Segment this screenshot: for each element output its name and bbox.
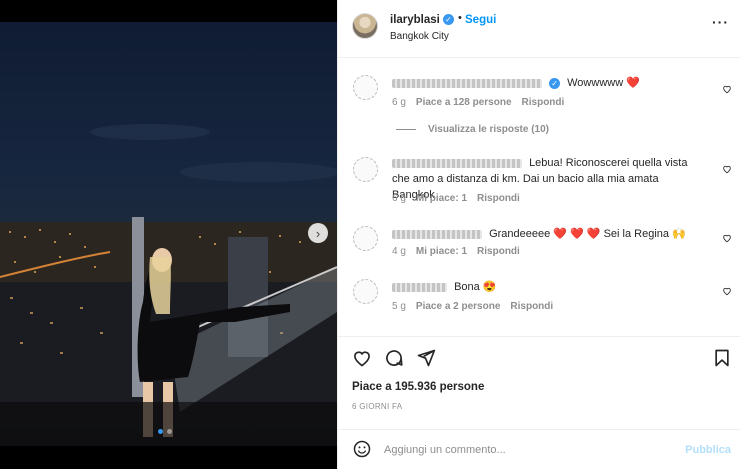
comment-text: ✓ Wowwwww ❤️ [392,75,712,91]
heart-icon[interactable] [722,84,732,94]
comment-likes[interactable]: Piace a 2 persone [416,301,501,312]
comment-emoji: ❤️ ❤️ ❤️ [553,228,601,240]
post-side-panel: ilaryblasi ✓ • Segui Bangkok City ··· ✓ … [337,0,740,469]
likes-count[interactable]: Piace a 195.936 persone [352,381,484,393]
avatar[interactable] [353,279,378,304]
comment-likes[interactable]: Piace a 128 persone [416,97,512,108]
heart-icon[interactable] [722,233,732,243]
verified-badge-icon: ✓ [443,14,454,25]
comment-meta: 4 g Mi piace: 1 Rispondi [392,246,520,257]
carousel-dot-active [158,429,163,434]
comment-emoji: 😍 [482,281,497,293]
comment-meta: 6 g Piace a 128 persone Rispondi [392,97,564,108]
comment-text: Bona 😍 [392,279,712,295]
comment-text: Grandeeeee ❤️ ❤️ ❤️ Sei la Regina 🙌 [392,226,712,242]
carousel-next-button[interactable]: › [308,223,328,243]
post-actions: Piace a 195.936 persone 6 GIORNI FA [338,336,740,429]
post-time: 6 GIORNI FA [352,402,403,411]
avatar[interactable] [352,13,378,39]
comment-time: 6 g [392,97,406,108]
publish-button[interactable]: Pubblica [685,444,731,456]
carousel-indicator [158,429,172,434]
chevron-right-icon: › [315,225,321,241]
reply-button[interactable]: Rispondi [522,97,565,108]
comment-time: 5 g [392,301,406,312]
post-header: ilaryblasi ✓ • Segui Bangkok City ··· [338,0,740,58]
comment-likes[interactable]: Mi piace: 1 [416,246,467,257]
redacted-username [392,78,542,88]
add-comment-bar: Pubblica [338,429,740,469]
comment-time: 4 g [392,246,406,257]
comment-body-after: Sei la Regina [603,228,669,240]
redacted-username [392,282,447,292]
comment-time: 6 g [392,193,406,204]
comment-body: Grandeeeee [489,228,551,240]
comment-input[interactable] [384,440,674,460]
verified-badge-icon: ✓ [549,77,561,89]
post-username[interactable]: ilaryblasi [390,14,440,26]
heart-icon[interactable] [722,286,732,296]
avatar[interactable] [353,75,378,100]
comments-list: ✓ Wowwwww ❤️ 6 g Piace a 128 persone Ris… [338,58,740,336]
city-night-photo [0,124,337,446]
reply-button[interactable]: Rispondi [477,193,520,204]
view-replies-button[interactable]: Visualizza le risposte (10) [396,124,549,135]
reply-button[interactable]: Rispondi [510,301,553,312]
comment-likes[interactable]: Mi piace: 1 [416,193,467,204]
view-replies-label: Visualizza le risposte (10) [428,124,549,135]
post-location[interactable]: Bangkok City [390,31,449,42]
comment-meta: 6 g Mi piace: 1 Rispondi [392,193,520,204]
photo-panel: › [0,0,337,469]
share-icon[interactable] [416,348,436,368]
redacted-username [392,158,522,168]
avatar[interactable] [353,226,378,251]
comment-body: Bona [454,281,480,293]
post-photo[interactable] [0,22,337,446]
more-horizontal-icon[interactable]: ··· [712,14,729,30]
bookmark-icon[interactable] [712,348,732,368]
comment-emoji-after: 🙌 [672,228,686,240]
emoji-icon[interactable] [352,439,372,459]
follow-button[interactable]: Segui [465,14,496,26]
redacted-username [392,229,482,239]
carousel-dot [167,429,172,434]
comment-emoji: ❤️ [626,77,640,89]
divider [396,129,416,130]
comment-icon[interactable] [384,348,404,368]
heart-icon[interactable] [722,164,732,174]
comment-meta: 5 g Piace a 2 persone Rispondi [392,301,553,312]
comment-body: Wowwwww [567,77,624,89]
avatar[interactable] [353,157,378,182]
reply-button[interactable]: Rispondi [477,246,520,257]
separator-dot: • [458,12,462,24]
heart-icon[interactable] [352,348,372,368]
